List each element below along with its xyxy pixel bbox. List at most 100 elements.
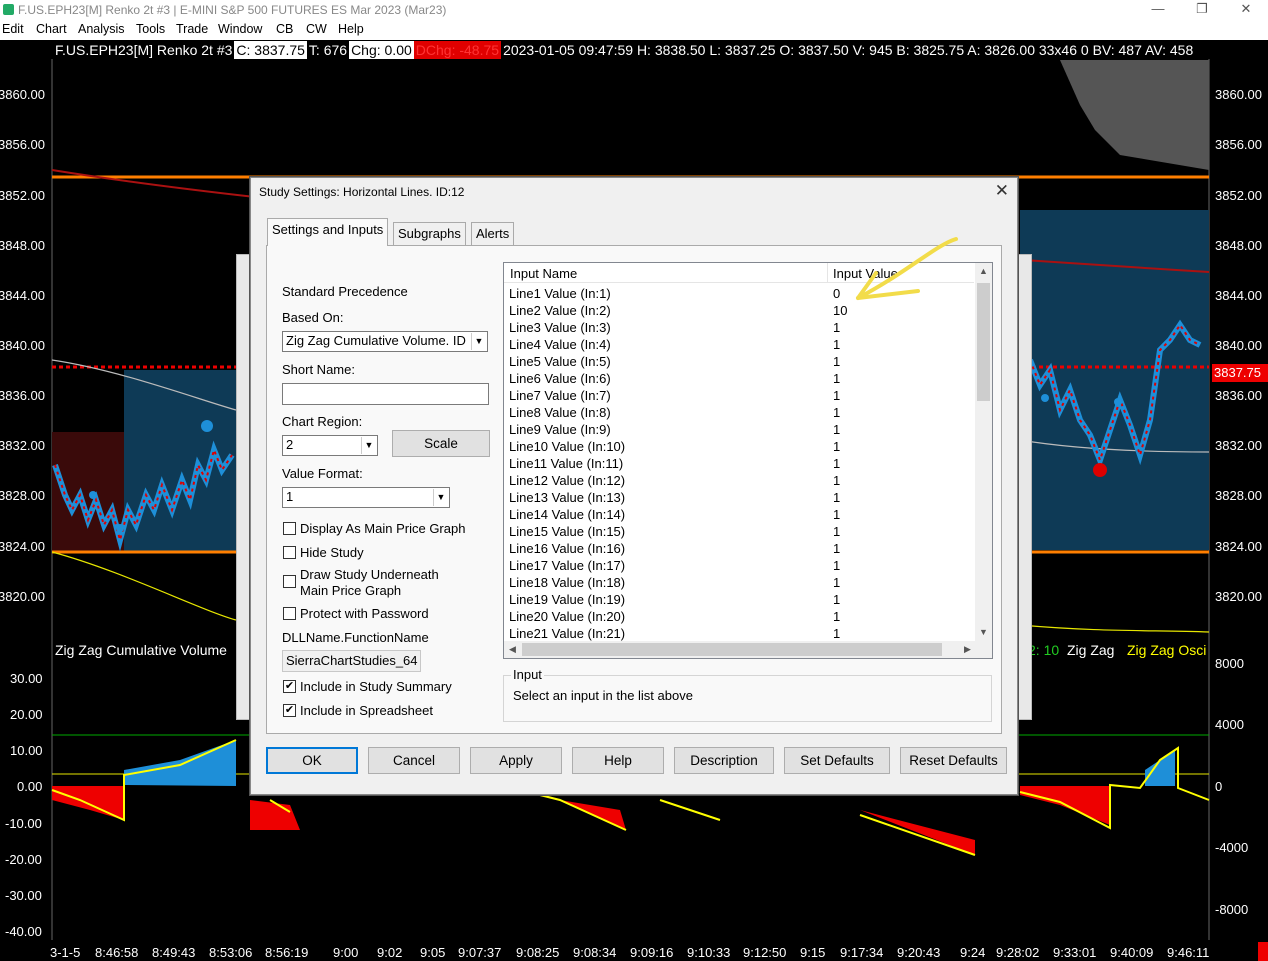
minimize-button[interactable]: —	[1136, 0, 1180, 20]
horizontal-scroll-thumb[interactable]	[522, 643, 942, 656]
price-axis-label: 3840.00	[1215, 338, 1262, 353]
vertical-scroll-thumb[interactable]	[977, 283, 990, 401]
time-axis-label: 8:46:58	[95, 945, 139, 960]
include-summary-label: Include in Study Summary	[300, 679, 452, 694]
display-as-main-checkbox[interactable]	[283, 522, 296, 535]
draw-underneath-checkbox[interactable]	[283, 575, 296, 588]
input-row[interactable]: Line21 Value (In:21) 1	[504, 625, 974, 642]
description-button[interactable]: Description	[674, 747, 774, 774]
dialog-close-button[interactable]: ✕	[995, 181, 1009, 201]
info-ticks: T: 676	[306, 41, 350, 59]
scale-button[interactable]: Scale	[392, 430, 490, 457]
short-name-input[interactable]	[282, 383, 489, 405]
input-row[interactable]: Line13 Value (In:13) 1	[504, 489, 974, 506]
study-label-zigzag-osc: Zig Zag Osci	[1127, 642, 1207, 658]
osc-axis-label-right: -8000	[1215, 902, 1249, 917]
include-spreadsheet-checkbox[interactable]: ✔	[283, 704, 296, 717]
time-axis-label: 9:15	[800, 945, 826, 960]
cancel-button[interactable]: Cancel	[368, 747, 460, 774]
input-row[interactable]: Line7 Value (In:7) 1	[504, 387, 974, 404]
input-row[interactable]: Line14 Value (In:14) 1	[504, 506, 974, 523]
scroll-down-icon[interactable]: ▼	[975, 624, 992, 641]
input-row[interactable]: Line17 Value (In:17) 1	[504, 557, 974, 574]
list-horizontal-scrollbar[interactable]: ◀ ▶	[504, 641, 976, 658]
input-row[interactable]: Line6 Value (In:6) 1	[504, 370, 974, 387]
value-format-select[interactable]: 1 ▼	[282, 487, 450, 508]
input-row[interactable]: Line12 Value (In:12) 1	[504, 472, 974, 489]
app-icon	[3, 4, 14, 15]
protect-password-checkbox[interactable]	[283, 607, 296, 620]
scroll-left-icon[interactable]: ◀	[504, 641, 521, 658]
reset-defaults-button[interactable]: Reset Defaults	[900, 747, 1007, 774]
info-daily-change: DChg: -48.75	[413, 41, 502, 59]
study-label-zigzag: Zig Zag	[1067, 642, 1115, 658]
menu-cb[interactable]: CB	[276, 22, 293, 36]
time-axis-label: 9:17:34	[840, 945, 884, 960]
price-axis-label-left: 3844.00	[0, 288, 45, 303]
list-vertical-scrollbar[interactable]: ▲ ▼	[975, 263, 992, 641]
price-axis-label: 3820.00	[1215, 589, 1262, 604]
time-axis-label: 9:10:33	[687, 945, 731, 960]
input-name: Line3 Value (In:3)	[509, 320, 611, 335]
hide-study-checkbox[interactable]	[283, 546, 296, 559]
input-row[interactable]: Line15 Value (In:15) 1	[504, 523, 974, 540]
tab-settings-and-inputs[interactable]: Settings and Inputs	[267, 218, 389, 246]
input-name: Line10 Value (In:10)	[509, 439, 626, 454]
time-axis-label: 9:08:25	[516, 945, 560, 960]
help-button[interactable]: Help	[572, 747, 664, 774]
header-input-name[interactable]: Input Name	[510, 266, 577, 281]
input-row[interactable]: Line16 Value (In:16) 1	[504, 540, 974, 557]
price-axis-label-left: 3848.00	[0, 238, 45, 253]
osc-axis-label-right: 8000	[1215, 656, 1244, 671]
inputs-list[interactable]: Input Name Input Value Line1 Value (In:1…	[503, 262, 993, 659]
restore-button[interactable]: ❐	[1180, 0, 1224, 20]
input-row[interactable]: Line19 Value (In:19) 1	[504, 591, 974, 608]
title-bar: F.US.EPH23[M] Renko 2t #3 | E-MINI S&P 5…	[0, 0, 1268, 20]
scroll-right-icon[interactable]: ▶	[959, 641, 976, 658]
input-row[interactable]: Line3 Value (In:3) 1	[504, 319, 974, 336]
input-row[interactable]: Line4 Value (In:4) 1	[504, 336, 974, 353]
menu-help[interactable]: Help	[338, 22, 364, 36]
menu-chart[interactable]: Chart	[36, 22, 67, 36]
osc-axis-label: 20.00	[10, 707, 43, 722]
tab-subgraphs[interactable]: Subgraphs	[393, 222, 466, 246]
apply-button[interactable]: Apply	[470, 747, 562, 774]
time-axis-label: 9:33:01	[1053, 945, 1097, 960]
time-axis-label: 9:12:50	[743, 945, 787, 960]
info-details: 2023-01-05 09:47:59 H: 3838.50 L: 3837.2…	[501, 41, 1196, 59]
menu-tools[interactable]: Tools	[136, 22, 165, 36]
input-value: 1	[833, 354, 841, 369]
menu-edit[interactable]: Edit	[2, 22, 24, 36]
ok-button[interactable]: OK	[266, 747, 358, 774]
menu-trade[interactable]: Trade	[176, 22, 208, 36]
input-row[interactable]: Line18 Value (In:18) 1	[504, 574, 974, 591]
input-name: Line8 Value (In:8)	[509, 405, 611, 420]
value-format-value: 1	[286, 489, 294, 504]
settings-panel: Standard Precedence Based On: Zig Zag Cu…	[266, 245, 1002, 734]
input-row[interactable]: Line5 Value (In:5) 1	[504, 353, 974, 370]
input-name: Line6 Value (In:6)	[509, 371, 611, 386]
input-row[interactable]: Line9 Value (In:9) 1	[504, 421, 974, 438]
scroll-up-icon[interactable]: ▲	[975, 263, 992, 280]
dialog-title: Study Settings: Horizontal Lines. ID:12	[259, 185, 465, 199]
input-row[interactable]: Line8 Value (In:8) 1	[504, 404, 974, 421]
input-name: Line21 Value (In:21)	[509, 626, 626, 641]
chart-region-select[interactable]: 2 ▼	[282, 435, 378, 456]
price-axis-label-left: 3860.00	[0, 87, 45, 102]
input-row[interactable]: Line20 Value (In:20) 1	[504, 608, 974, 625]
info-close: C: 3837.75	[234, 41, 307, 59]
input-row[interactable]: Line11 Value (In:11) 1	[504, 455, 974, 472]
price-axis-label: 3824.00	[1215, 539, 1262, 554]
menu-analysis[interactable]: Analysis	[78, 22, 125, 36]
input-value: 1	[833, 609, 841, 624]
include-summary-checkbox[interactable]: ✔	[283, 680, 296, 693]
menu-cw[interactable]: CW	[306, 22, 327, 36]
set-defaults-button[interactable]: Set Defaults	[784, 747, 890, 774]
input-row[interactable]: Line10 Value (In:10) 1	[504, 438, 974, 455]
menu-window[interactable]: Window	[218, 22, 262, 36]
osc-axis-label: -40.00	[5, 924, 42, 939]
based-on-select[interactable]: Zig Zag Cumulative Volume. ID ▼	[282, 331, 488, 352]
input-name: Line4 Value (In:4)	[509, 337, 611, 352]
window-close-button[interactable]: ✕	[1224, 0, 1268, 20]
tab-alerts[interactable]: Alerts	[471, 222, 515, 246]
